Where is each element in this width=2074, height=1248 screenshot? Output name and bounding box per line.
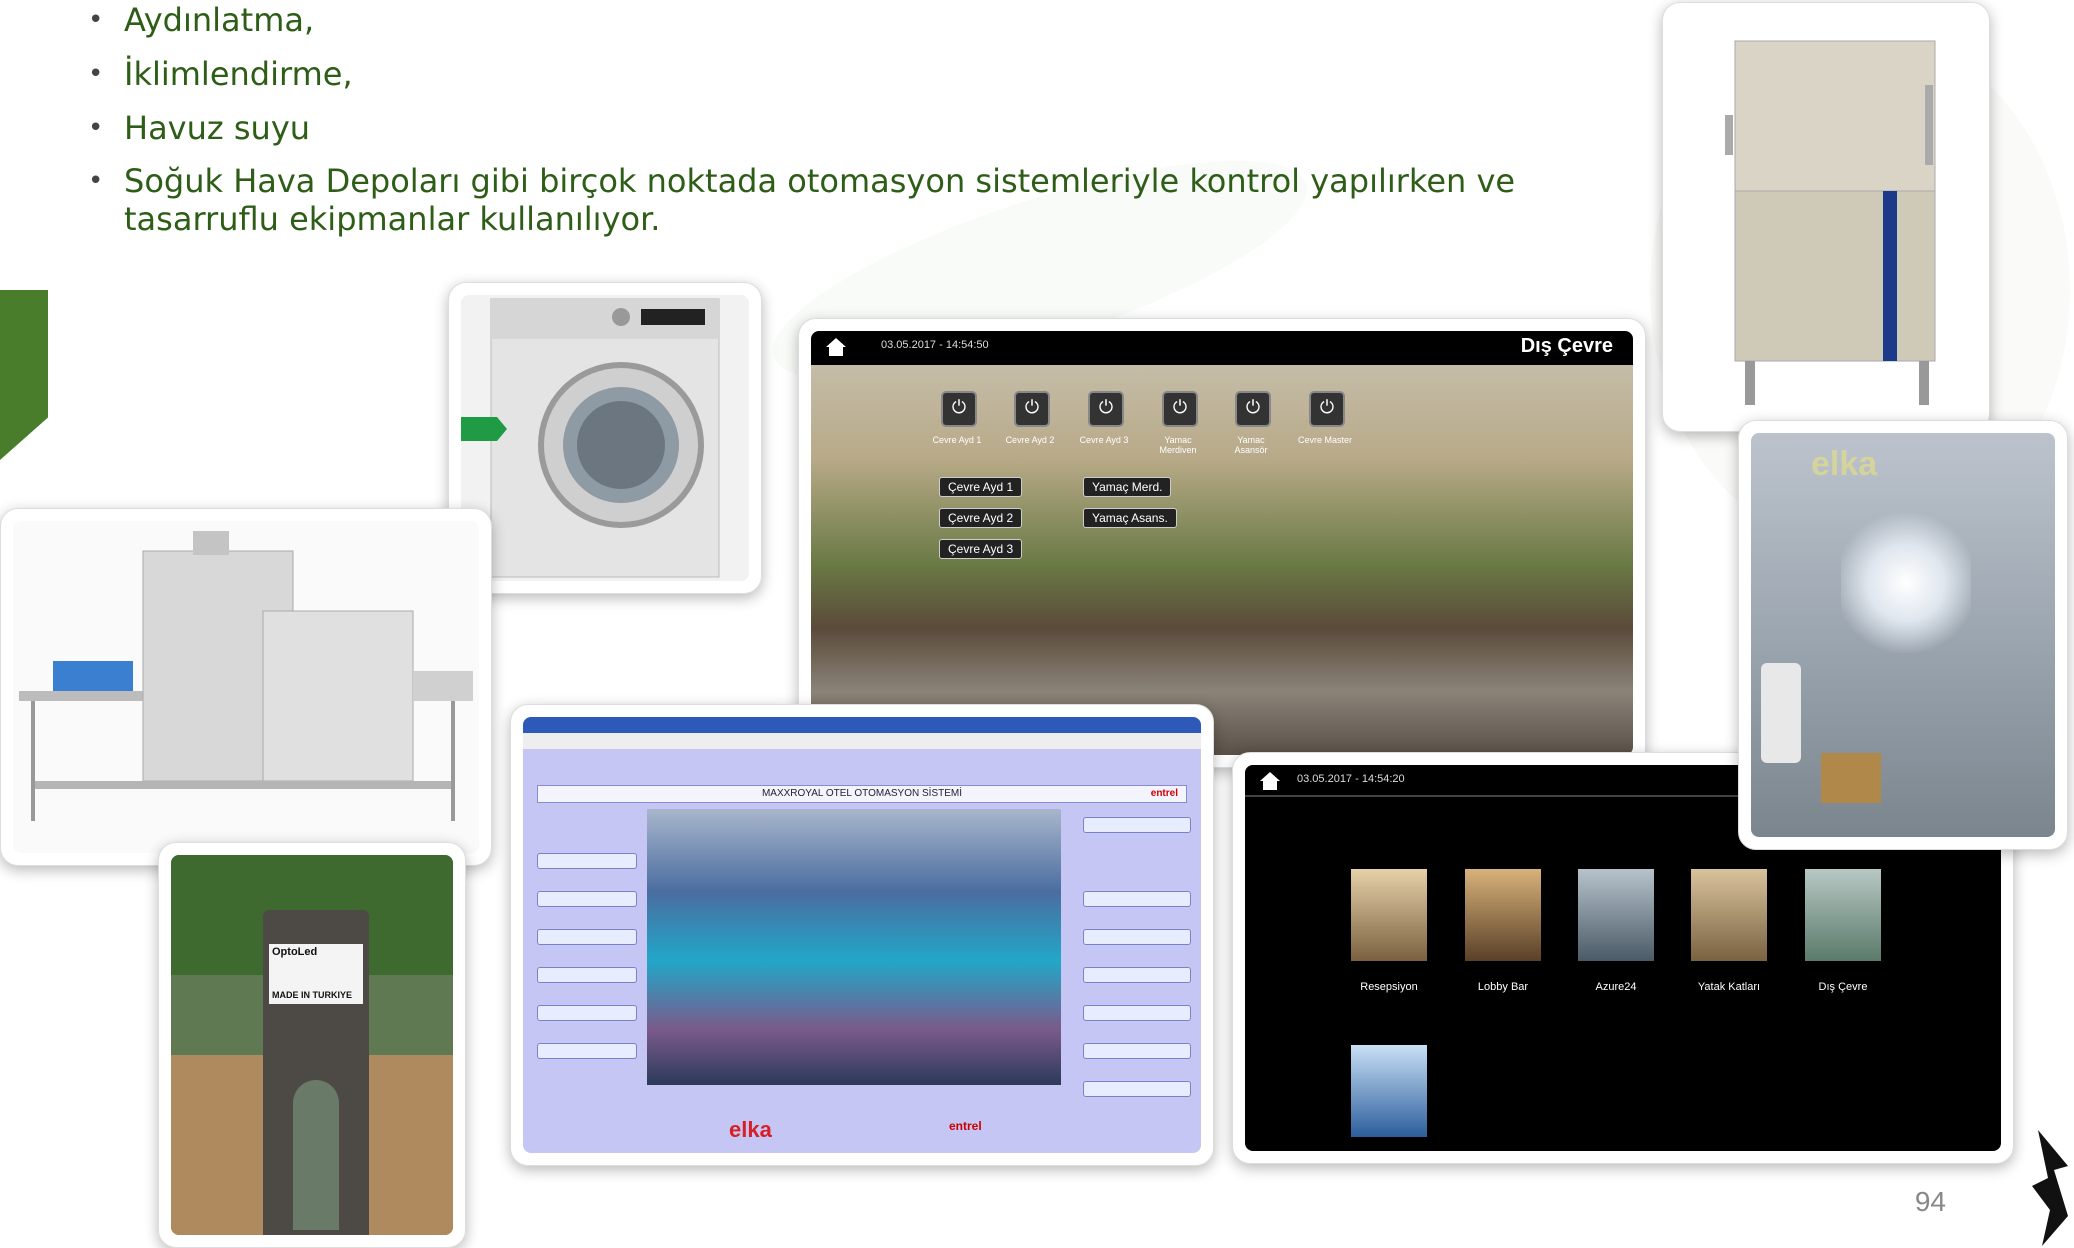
venue-label: Azure24	[1595, 981, 1637, 993]
switch-label[interactable]: Çevre Ayd 2	[939, 508, 1023, 528]
hood-dishwasher-image	[1725, 40, 1936, 405]
power-icon[interactable]: ⏻	[1235, 391, 1271, 427]
bullet-item: • Havuz suyu	[88, 109, 311, 147]
logo-icon	[2032, 1130, 2068, 1246]
venue-thumb[interactable]	[1351, 1045, 1427, 1137]
venue-thumb[interactable]	[1805, 869, 1881, 961]
hotel-aerial-image	[647, 809, 1061, 1085]
menu-button[interactable]	[1083, 1043, 1191, 1059]
screen-timestamp: 03.05.2017 - 14:54:50	[881, 339, 989, 351]
switch-label[interactable]: Yamaç Merd.	[1083, 477, 1172, 497]
power-icon[interactable]: ⏻	[1088, 391, 1124, 427]
home-icon[interactable]	[825, 337, 847, 357]
power-icon[interactable]: ⏻	[1014, 391, 1050, 427]
venue-thumb[interactable]	[1691, 869, 1767, 961]
browser-titlebar	[523, 717, 1201, 733]
menu-button[interactable]	[1083, 891, 1191, 907]
hotel-automation-screen: MAXXROYAL OTEL OTOMASYON SİSTEMİ entrel …	[510, 704, 1214, 1166]
menu-button[interactable]	[537, 929, 637, 945]
venue-label: Lobby Bar	[1477, 981, 1529, 993]
power-label: Cevre Ayd 1	[932, 435, 982, 445]
elka-logo: elka	[729, 1117, 772, 1142]
menu-button[interactable]	[537, 1043, 637, 1059]
menu-button[interactable]	[537, 1005, 637, 1021]
menu-button[interactable]	[537, 891, 637, 907]
menu-button[interactable]	[1083, 1081, 1191, 1097]
bullet-item: • Soğuk Hava Depoları gibi birçok noktada…	[88, 162, 1516, 238]
product-label: OptoLed MADE IN TURKIYE	[269, 944, 363, 1004]
app-header: MAXXROYAL OTEL OTOMASYON SİSTEMİ entrel	[537, 785, 1187, 803]
menu-button[interactable]	[1083, 967, 1191, 983]
bullet-item: • İklimlendirme,	[88, 55, 353, 93]
switch-label[interactable]: Çevre Ayd 1	[939, 477, 1023, 497]
screen-title: Dış Çevre	[1520, 335, 1613, 357]
menu-button[interactable]	[537, 967, 637, 983]
screen-header: 03.05.2017 - 14:54:50 Dış Çevre	[811, 331, 1633, 365]
menu-button[interactable]	[537, 853, 637, 869]
transformer	[1821, 753, 1881, 803]
dishwasher-conveyor-photo	[0, 508, 492, 866]
accent-bar	[0, 290, 48, 460]
dis-cevre-screen: 03.05.2017 - 14:54:50 Dış Çevre ⏻ ⏻ ⏻ ⏻ …	[798, 318, 1646, 768]
power-label: Cevre Master	[1297, 435, 1352, 445]
venue-thumb[interactable]	[1578, 869, 1654, 961]
optoled-sensor-photo: OptoLed MADE IN TURKIYE	[158, 842, 466, 1248]
panel-logo: elka	[1811, 445, 1878, 483]
hood-dishwasher-photo	[1662, 2, 1990, 432]
bollard-light: OptoLed MADE IN TURKIYE	[263, 910, 369, 1235]
browser-toolbar	[523, 733, 1201, 749]
venue-thumb[interactable]	[1465, 869, 1541, 961]
power-socket-strip	[1761, 663, 1801, 763]
power-icon[interactable]: ⏻	[1162, 391, 1198, 427]
power-icon[interactable]: ⏻	[941, 391, 977, 427]
washing-machine-photo	[448, 282, 762, 594]
venue-label: Yatak Katları	[1697, 981, 1761, 993]
venue-label: Resepsiyon	[1360, 981, 1418, 993]
venue-thumb[interactable]	[1351, 869, 1427, 961]
electrical-panel-photo: elka	[1738, 420, 2068, 850]
washing-machine-image	[461, 298, 720, 578]
power-label: Cevre Ayd 2	[1005, 435, 1055, 445]
home-icon[interactable]	[1259, 771, 1281, 791]
power-label: Yamac Merdiven	[1159, 435, 1197, 455]
bullet-list: • Aydınlatma, • İklimlendirme, • Havuz suyu…	[88, 0, 1648, 252]
switch-label[interactable]: Yamaç Asans.	[1083, 508, 1177, 528]
entrel-logo: entrel	[949, 1119, 982, 1133]
menu-button[interactable]	[1083, 929, 1191, 945]
screen-timestamp: 03.05.2017 - 14:54:20	[1297, 773, 1405, 785]
page-number: 94	[1914, 1186, 1946, 1217]
panel-light-glare	[1841, 513, 1971, 653]
venue-label: Dış Çevre	[1818, 981, 1868, 993]
menu-button[interactable]	[1083, 1005, 1191, 1021]
menu-button[interactable]	[1083, 817, 1191, 833]
power-label: Cevre Ayd 3	[1079, 435, 1129, 445]
power-label: Yamac Asansör	[1234, 435, 1268, 455]
conveyor-dishwasher-image	[19, 531, 473, 821]
power-icon[interactable]: ⏻	[1309, 391, 1345, 427]
bullet-item: • Aydınlatma,	[88, 1, 315, 39]
switch-label[interactable]: Çevre Ayd 3	[939, 539, 1023, 559]
